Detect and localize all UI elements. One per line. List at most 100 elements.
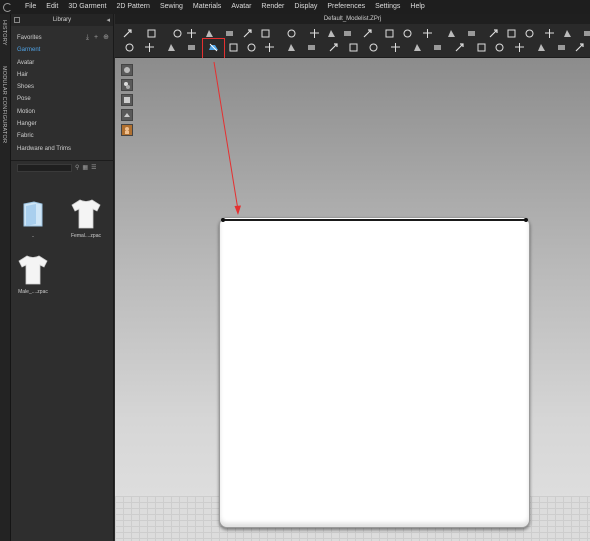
toolbar-tool-icon[interactable]: [121, 27, 133, 39]
tree-item-favorites[interactable]: Favorites ⤓ + ⊕: [11, 32, 113, 44]
tree-item-motion[interactable]: Motion: [11, 106, 113, 118]
toolbar-tool-icon[interactable]: [245, 41, 257, 53]
thumb-male-tshirt[interactable]: Male_....zpac: [14, 252, 52, 295]
toolbar-tool-icon[interactable]: [561, 27, 573, 39]
menu-settings[interactable]: Settings: [370, 0, 405, 14]
tab-history[interactable]: HISTORY: [1, 20, 7, 46]
toolbar-tool-icon[interactable]: [513, 41, 525, 53]
toolbar-tool-icon[interactable]: [453, 41, 465, 53]
menu-preferences[interactable]: Preferences: [322, 0, 370, 14]
toolbar-tool-icon[interactable]: [305, 41, 317, 53]
toolbar-tool-icon[interactable]: [327, 41, 339, 53]
library-title: Library: [52, 17, 72, 23]
menu-materials[interactable]: Materials: [188, 0, 226, 14]
menu-2d-pattern[interactable]: 2D Pattern: [111, 0, 154, 14]
fabric-display-icon[interactable]: [121, 94, 133, 106]
tree-item-hardware-and-trims[interactable]: Hardware and Trims: [11, 143, 113, 155]
toolbar-tool-icon[interactable]: [445, 27, 457, 39]
garment-pattern-3d[interactable]: [219, 217, 530, 528]
toolbar-tool-icon[interactable]: [361, 27, 373, 39]
tree-item-shoes[interactable]: Shoes: [11, 81, 113, 93]
toolbar-tool-icon[interactable]: [185, 27, 197, 39]
menu-file[interactable]: File: [20, 0, 41, 14]
toolbar-tool-icon[interactable]: [185, 41, 197, 53]
toolbar-tool-icon[interactable]: [123, 41, 135, 53]
toolbar-tool-icon[interactable]: [241, 27, 253, 39]
toolbar-tool-icon[interactable]: [285, 41, 297, 53]
toolbar-tool-icon[interactable]: [143, 41, 155, 53]
tab-modular-configurator[interactable]: MODULAR CONFIGURATOR: [1, 66, 7, 143]
thumb-folder-up[interactable]: ..: [14, 196, 52, 239]
menu-avatar[interactable]: Avatar: [226, 0, 256, 14]
menu-sewing[interactable]: Sewing: [155, 0, 188, 14]
tree-item-pose[interactable]: Pose: [11, 93, 113, 105]
toolbar-tool-icon[interactable]: [171, 27, 183, 39]
toolbar-tool-icon[interactable]: [285, 27, 297, 39]
thumb-label: Femal....zpac: [70, 233, 101, 239]
menu-render[interactable]: Render: [256, 0, 289, 14]
toolbar-tool-icon[interactable]: [325, 27, 337, 39]
tree-item-avatar[interactable]: Avatar: [11, 57, 113, 69]
toolbar-tool-icon[interactable]: [487, 27, 499, 39]
toolbar-tool-icon[interactable]: [411, 41, 423, 53]
toolbar-tool-icon[interactable]: [367, 41, 379, 53]
library-header: Library ◂: [11, 14, 113, 26]
toolbar-tool-icon[interactable]: [493, 41, 505, 53]
toolbar-tool-icon[interactable]: [523, 27, 535, 39]
toolbar-tool-icon[interactable]: [581, 27, 590, 39]
3d-viewport[interactable]: [115, 58, 590, 541]
toolbar-tool-icon[interactable]: [555, 41, 567, 53]
toolbar-tool-icon[interactable]: [341, 27, 353, 39]
toolbar-tool-icon[interactable]: [263, 41, 275, 53]
add-icon[interactable]: +: [94, 32, 98, 44]
undock-icon[interactable]: [14, 17, 20, 23]
tshirt-icon: [14, 252, 52, 288]
toolbar-tool-icon[interactable]: [165, 41, 177, 53]
toolbar-tool-icon[interactable]: [465, 27, 477, 39]
list-view-icon[interactable]: ☰: [91, 164, 96, 171]
menu-list: File Edit 3D Garment 2D Pattern Sewing M…: [20, 0, 430, 14]
toolbar-tool-icon[interactable]: [573, 41, 585, 53]
toolbar-tool-icon[interactable]: [421, 27, 433, 39]
pin-icon[interactable]: ◂: [106, 15, 110, 27]
grid-view-icon[interactable]: ▦: [82, 164, 88, 171]
menu-display[interactable]: Display: [289, 0, 322, 14]
toolbar-tool-icon[interactable]: [259, 27, 271, 39]
clo-logo-icon[interactable]: [0, 0, 14, 14]
seam-point[interactable]: [524, 218, 528, 222]
tree-item-fabric[interactable]: Fabric: [11, 130, 113, 142]
search-icon[interactable]: ⚲: [75, 164, 79, 171]
avatar-face-icon[interactable]: [121, 124, 133, 136]
seam-line[interactable]: [221, 218, 528, 222]
avatar-display-icon[interactable]: [121, 64, 133, 76]
toolbar-tool-icon[interactable]: [145, 27, 157, 39]
library-search-input[interactable]: [17, 163, 72, 172]
add-folder-icon[interactable]: ⊕: [103, 32, 109, 44]
download-icon[interactable]: ⤓: [86, 32, 89, 44]
toolbar-tool-icon[interactable]: [431, 41, 443, 53]
toolbar-tool-icon[interactable]: [308, 27, 320, 39]
seam-point[interactable]: [221, 218, 225, 222]
toolbar-tool-icon[interactable]: [401, 27, 413, 39]
toolbar-tool-icon[interactable]: [389, 41, 401, 53]
menu-edit[interactable]: Edit: [41, 0, 63, 14]
library-search-row: ⚲ ▦ ☰: [17, 163, 112, 172]
thumb-female-tshirt[interactable]: Femal....zpac: [67, 196, 105, 239]
thumb-label: Male_....zpac: [18, 289, 48, 295]
menu-3d-garment[interactable]: 3D Garment: [63, 0, 111, 14]
garment-display-icon[interactable]: [121, 79, 133, 91]
library-panel: Library ◂ Favorites ⤓ + ⊕ Garment Avatar…: [11, 14, 114, 541]
hanger-display-icon[interactable]: [121, 109, 133, 121]
tshirt-icon: [67, 196, 105, 232]
toolbar-tool-icon[interactable]: [383, 27, 395, 39]
toolbar-tool-icon[interactable]: [535, 41, 547, 53]
toolbar-tool-icon[interactable]: [347, 41, 359, 53]
toolbar-tool-icon[interactable]: [475, 41, 487, 53]
toolbar-tool-icon[interactable]: [543, 27, 555, 39]
tree-item-garment[interactable]: Garment: [11, 44, 113, 56]
menu-help[interactable]: Help: [405, 0, 429, 14]
toolbar-tool-icon[interactable]: [227, 41, 239, 53]
toolbar-tool-icon[interactable]: [505, 27, 517, 39]
tree-item-hanger[interactable]: Hanger: [11, 118, 113, 130]
tree-item-hair[interactable]: Hair: [11, 69, 113, 81]
